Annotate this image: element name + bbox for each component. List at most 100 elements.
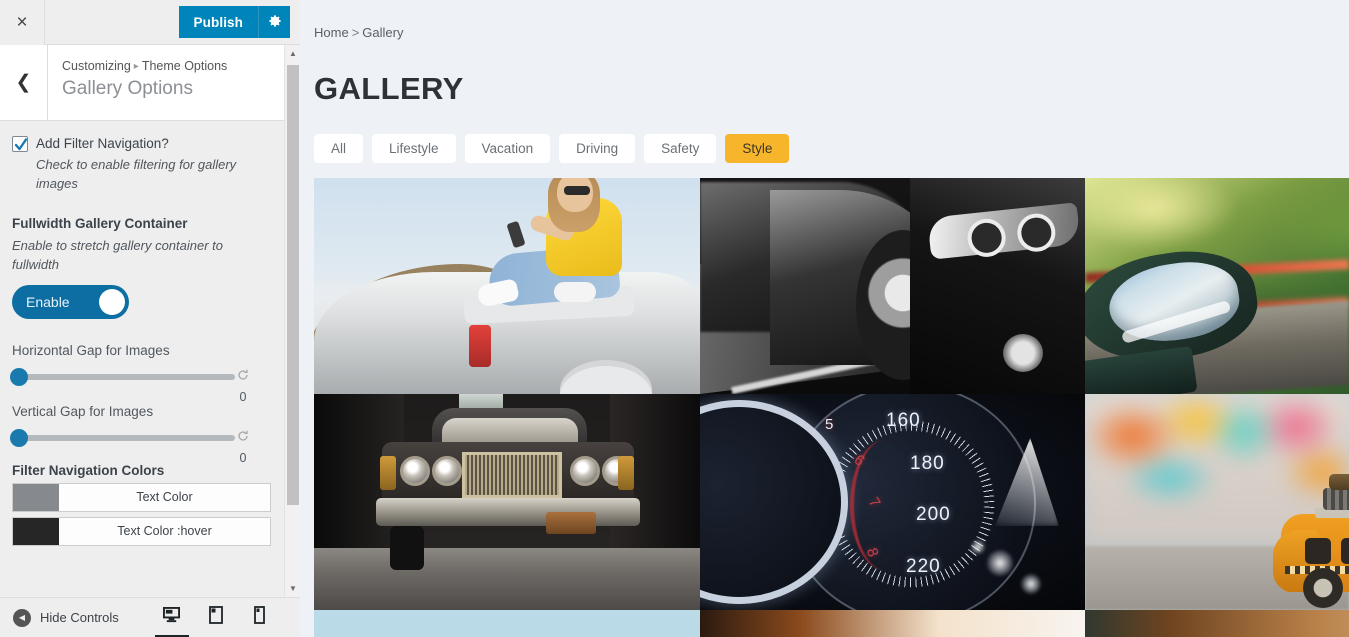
speedometer-number: 220 (906, 556, 941, 577)
gallery-item-speedometer[interactable]: 160 180 200 220 5 6 7 8 (700, 394, 1085, 610)
gallery-item-warm-light[interactable] (700, 610, 1085, 637)
control-horizontal-gap: Horizontal Gap for Images 0 (10, 342, 271, 404)
scroll-down-arrow-icon[interactable]: ▼ (285, 580, 301, 597)
horizontal-gap-reset-icon[interactable] (223, 368, 263, 384)
speedometer-number: 180 (910, 453, 945, 474)
decor (462, 452, 562, 498)
close-icon: × (16, 11, 28, 33)
fullwidth-toggle-label: Enable (26, 293, 70, 310)
page-title: GALLERY (314, 71, 464, 106)
fullwidth-gallery-title: Fullwidth Gallery Container (12, 215, 188, 231)
gallery-item-toy-bus[interactable] (1085, 394, 1349, 610)
speedometer-number: 5 (825, 416, 834, 433)
close-customizer-button[interactable]: × (0, 0, 45, 45)
gallery-item-vintage-car[interactable] (314, 394, 700, 610)
controls-scroll-area: Add Filter Navigation? Check to enable f… (0, 122, 283, 597)
gallery-item-sky[interactable] (314, 610, 700, 637)
decor (432, 456, 462, 486)
filter-button-vacation[interactable]: Vacation (464, 134, 551, 163)
decor (1003, 334, 1043, 372)
gallery-grid: 160 180 200 220 5 6 7 8 (314, 178, 1349, 637)
toggle-knob[interactable] (99, 288, 125, 315)
decor (1341, 538, 1349, 564)
decor (390, 526, 424, 570)
vertical-gap-slider-handle[interactable] (10, 428, 28, 447)
customizer-header: × Publish (0, 0, 300, 45)
filter-button-lifestyle[interactable]: Lifestyle (372, 134, 456, 163)
decor (971, 540, 985, 554)
fullwidth-gallery-toggle[interactable]: Enable (12, 284, 129, 319)
device-mobile-button[interactable] (249, 605, 271, 631)
gallery-item-desert-road[interactable] (1085, 610, 1349, 637)
fullwidth-gallery-description: Enable to stretch gallery container to f… (12, 237, 224, 273)
customizer-breadcrumb: Customizing ▸ Theme Options (62, 59, 227, 73)
filter-button-driving[interactable]: Driving (559, 134, 636, 163)
site-preview: Home > Gallery GALLERY All Lifestyle Vacat… (300, 0, 1349, 637)
panel-back-button[interactable]: ❮ (0, 45, 48, 120)
decor (1303, 568, 1343, 608)
control-vertical-gap: Vertical Gap for Images 0 (10, 403, 271, 465)
breadcrumb-home-link[interactable]: Home (314, 25, 349, 40)
vertical-gap-reset-icon[interactable] (223, 429, 263, 445)
chevron-left-icon: ❮ (15, 72, 32, 93)
horizontal-gap-title: Horizontal Gap for Images (12, 342, 170, 358)
decor (376, 498, 640, 526)
horizontal-gap-value: 0 (239, 389, 247, 404)
decor (400, 456, 430, 486)
filter-button-all[interactable]: All (314, 134, 364, 163)
customizer-sidebar: × Publish ❮ Customizing ▸ Theme Options … (0, 0, 300, 637)
publish-group: Publish (178, 6, 290, 38)
device-desktop-button[interactable] (154, 605, 189, 637)
breadcrumb-separator-icon: ▸ (133, 61, 139, 72)
publish-settings-button[interactable] (258, 6, 290, 38)
color-picker-label: Text Color (59, 483, 270, 511)
collapse-arrow-icon: ◀ (13, 608, 31, 627)
gallery-item-side-mirror[interactable] (1085, 178, 1349, 394)
panel-title: Gallery Options (62, 78, 193, 99)
scrollbar-thumb[interactable] (287, 65, 299, 505)
customizer-footer: ◀ Hide Controls (0, 597, 300, 637)
control-fullwidth-gallery: Fullwidth Gallery Container Enable to st… (12, 216, 271, 319)
color-swatch (13, 483, 59, 511)
gallery-item-black-cars[interactable] (700, 178, 1085, 394)
decor (506, 220, 526, 249)
tablet-icon (208, 606, 223, 629)
breadcrumb-current: Gallery (362, 25, 404, 40)
horizontal-gap-slider-handle[interactable] (10, 367, 28, 386)
decor (1329, 474, 1349, 490)
color-picker-text-color-hover[interactable]: Text Color :hover (12, 516, 271, 546)
hide-controls-label: Hide Controls (40, 610, 119, 625)
breadcrumb-parent: Theme Options (141, 59, 228, 73)
device-tablet-button[interactable] (205, 605, 227, 631)
decor (469, 325, 491, 367)
add-filter-navigation-checkbox[interactable] (12, 136, 28, 152)
decor (570, 456, 600, 486)
panel-title-row: ❮ Customizing ▸ Theme Options Gallery Opti… (0, 45, 300, 121)
control-add-filter-navigation: Add Filter Navigation? Check to enable f… (12, 134, 271, 194)
hide-controls-button[interactable]: ◀ Hide Controls (0, 608, 119, 627)
color-picker-text-color[interactable]: Text Color (12, 482, 271, 512)
decor (987, 550, 1013, 576)
sidebar-scrollbar[interactable]: ▲ ▼ (284, 45, 300, 597)
customizer-screen: × Publish ❮ Customizing ▸ Theme Options … (0, 0, 1349, 637)
panel-titles: Customizing ▸ Theme Options Gallery Option… (48, 45, 227, 120)
decor (380, 456, 396, 490)
decor (1323, 488, 1349, 510)
vertical-gap-title: Vertical Gap for Images (12, 403, 154, 419)
decor (564, 186, 590, 195)
decor (546, 512, 596, 534)
scroll-up-arrow-icon[interactable]: ▲ (285, 45, 301, 62)
vertical-gap-value: 0 (239, 450, 247, 465)
color-swatch (13, 517, 59, 545)
gallery-item-woman-on-car[interactable] (314, 178, 700, 394)
decor (1305, 538, 1331, 564)
filter-button-safety[interactable]: Safety (644, 134, 717, 163)
device-preview-switcher (154, 605, 271, 637)
add-filter-navigation-description: Check to enable filtering for gallery im… (36, 156, 237, 192)
site-breadcrumb: Home > Gallery (314, 25, 403, 40)
filter-button-style[interactable]: Style (725, 134, 790, 163)
horizontal-gap-slider[interactable] (10, 367, 235, 386)
vertical-gap-slider[interactable] (10, 428, 235, 447)
publish-button[interactable]: Publish (178, 6, 258, 38)
mobile-icon (254, 606, 266, 629)
